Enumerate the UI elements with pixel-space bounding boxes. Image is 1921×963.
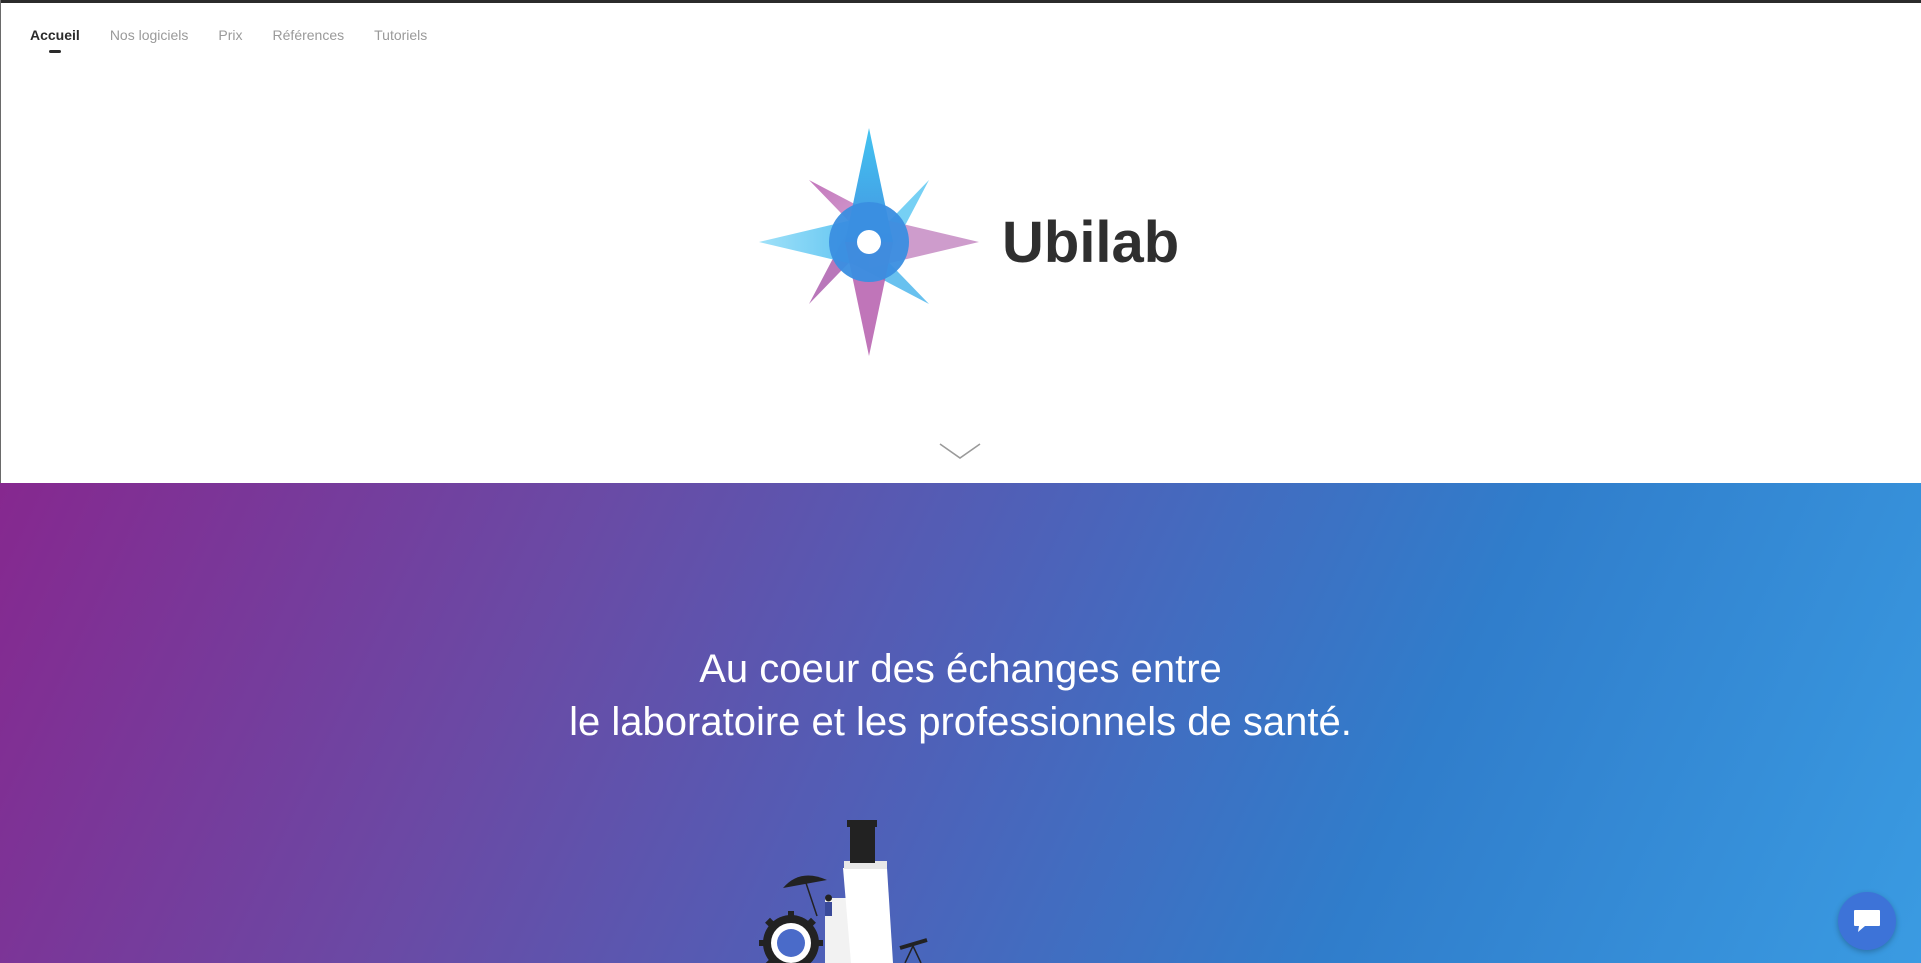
- nav-item-prix[interactable]: Prix: [218, 26, 242, 44]
- brand-name: Ubilab: [1002, 210, 1180, 275]
- nav-item-tutoriels[interactable]: Tutoriels: [374, 26, 427, 44]
- chevron-down-icon[interactable]: [938, 440, 982, 462]
- nav-item-nos-logiciels[interactable]: Nos logiciels: [110, 26, 189, 44]
- brand-logo[interactable]: Ubilab: [757, 128, 1180, 358]
- tagline-line-2: le laboratoire et les professionnels de …: [569, 700, 1352, 744]
- hero-section: Accueil Nos logiciels Prix Références Tu…: [0, 0, 1921, 483]
- tagline: Au coeur des échanges entre le laboratoi…: [0, 643, 1921, 749]
- tagline-line-1: Au coeur des échanges entre: [699, 647, 1222, 691]
- microscope-illustration-icon: [759, 820, 928, 963]
- chat-bubble-icon: [1854, 910, 1880, 932]
- tagline-section: Au coeur des échanges entre le laboratoi…: [0, 483, 1921, 963]
- main-nav: Accueil Nos logiciels Prix Références Tu…: [30, 26, 427, 44]
- chat-button[interactable]: [1838, 892, 1896, 950]
- nav-item-accueil[interactable]: Accueil: [30, 26, 80, 44]
- nav-item-references[interactable]: Références: [273, 26, 345, 44]
- compass-star-logo-icon: [759, 128, 979, 356]
- window-left-border: [0, 0, 1, 483]
